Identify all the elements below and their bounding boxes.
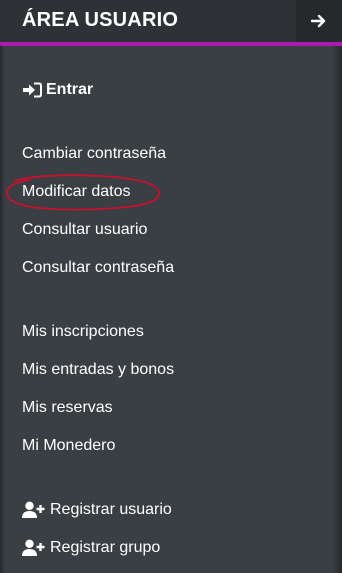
menu-item-mis-inscripciones[interactable]: Mis inscripciones [22,322,144,342]
menu-item-label: Mis inscripciones [22,323,144,340]
menu-item-label: Consultar contraseña [22,259,175,276]
user-plus-icon [22,539,45,556]
menu-item-label: Modificar datos [22,183,131,200]
collapse-sidebar-button[interactable] [296,0,342,42]
user-plus-icon [22,501,45,518]
sidebar-header: ÁREA USUARIO [0,0,342,46]
menu-item-consultar-contrasena[interactable]: Consultar contraseña [22,258,174,278]
menu-item-label: Mis reservas [22,399,113,416]
menu-item-mis-entradas-y-bonos[interactable]: Mis entradas y bonos [22,360,174,380]
arrow-right-icon [311,14,326,28]
menu-item-label: Registrar usuario [50,501,172,518]
sidebar-left-shadow [0,46,5,573]
menu-item-cambiar-contrasena[interactable]: Cambiar contraseña [22,144,166,164]
menu-item-registrar-grupo[interactable]: Registrar grupo [22,538,160,558]
sidebar-right-shadow [332,46,342,573]
menu-item-mi-monedero[interactable]: Mi Monedero [22,436,115,456]
menu-item-label: Mis entradas y bonos [22,361,175,378]
sidebar-title: ÁREA USUARIO [22,9,179,31]
menu-item-mis-reservas[interactable]: Mis reservas [22,398,113,418]
menu-item-label: Registrar grupo [50,539,161,556]
menu-item-label: Cambiar contraseña [22,145,167,162]
menu-item-consultar-usuario[interactable]: Consultar usuario [22,220,147,240]
menu-item-label: Mi Monedero [22,437,116,454]
sign-in-icon [23,82,42,98]
menu-item-modificar-datos[interactable]: Modificar datos [22,182,131,202]
menu-item-entrar[interactable]: Entrar [22,80,93,100]
menu-item-label: Consultar usuario [22,221,148,238]
menu-item-registrar-usuario[interactable]: Registrar usuario [22,500,172,520]
menu-item-label: Entrar [46,81,94,98]
